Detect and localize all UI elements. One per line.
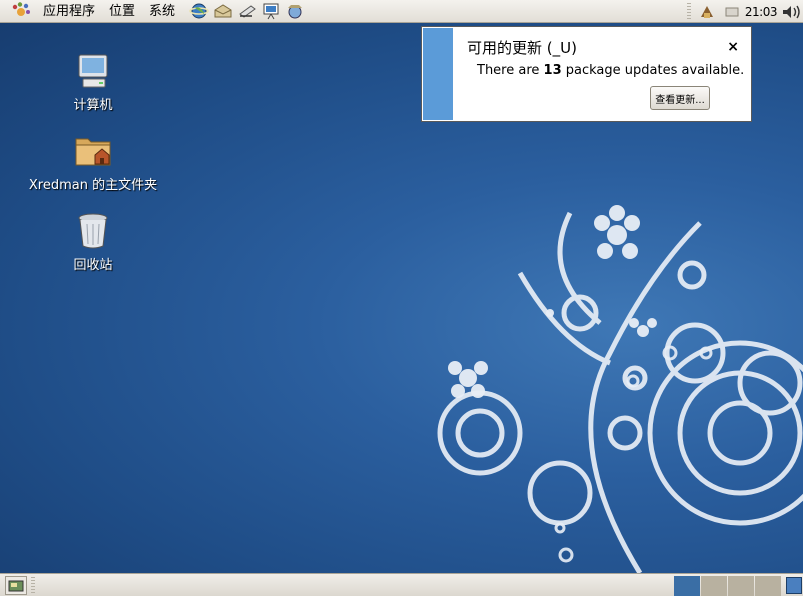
view-updates-button[interactable]: 查看更新... [650,86,710,110]
desktop-icon-computer[interactable]: 计算机 [23,51,163,113]
top-panel: 应用程序 位置 系统 21:03 [0,0,803,23]
launcher-group [188,1,306,21]
network-status-icon[interactable] [725,6,739,18]
update-notifier-icon[interactable] [699,3,715,21]
presentation-icon[interactable] [260,1,282,21]
email-client-icon[interactable] [212,1,234,21]
bottom-panel [0,573,803,596]
desktop-icon-home-folder[interactable]: Xredman 的主文件夹 [23,131,163,193]
menu-places[interactable]: 位置 [102,0,142,23]
workspace-switcher [674,576,781,596]
close-icon[interactable]: × [727,39,739,55]
body-suffix: package updates available. [561,63,745,78]
notification-stripe [423,28,453,120]
notification-body: There are 13 package updates available. [477,63,744,78]
desktop-icon-label: Xredman 的主文件夹 [28,178,158,193]
desktop-icon-label: 计算机 [73,98,113,113]
desktop-icon-trash[interactable]: 回收站 [23,211,163,273]
desktop-icon-label: 回收站 [73,258,113,273]
trash-icon [78,213,108,249]
body-prefix: There are [477,63,544,78]
panel-handle[interactable] [31,577,35,594]
text-editor-icon[interactable] [236,1,258,21]
menu-system[interactable]: 系统 [142,0,182,23]
update-notification: 可用的更新 (_U) × There are 13 package update… [421,26,752,122]
panel-handle[interactable] [686,2,691,21]
web-browser-icon[interactable] [188,1,210,21]
workspace-1[interactable] [674,576,700,596]
workspace-4[interactable] [755,576,781,596]
system-tray: 21:03 [686,0,803,23]
gnome-foot-icon[interactable] [11,1,31,21]
menu-applications[interactable]: 应用程序 [36,0,102,23]
notification-title: 可用的更新 (_U) [467,39,577,57]
clock[interactable]: 21:03 [745,5,778,19]
network-icon[interactable] [284,1,306,21]
workspace-2[interactable] [701,576,727,596]
show-desktop-icon [8,580,24,591]
update-count: 13 [543,63,562,78]
computer-icon [78,54,108,88]
trash-applet-icon[interactable] [786,577,802,594]
show-desktop-button[interactable] [5,576,27,595]
volume-icon[interactable] [781,3,803,21]
home-folder-icon [75,138,111,166]
workspace-3[interactable] [728,576,754,596]
